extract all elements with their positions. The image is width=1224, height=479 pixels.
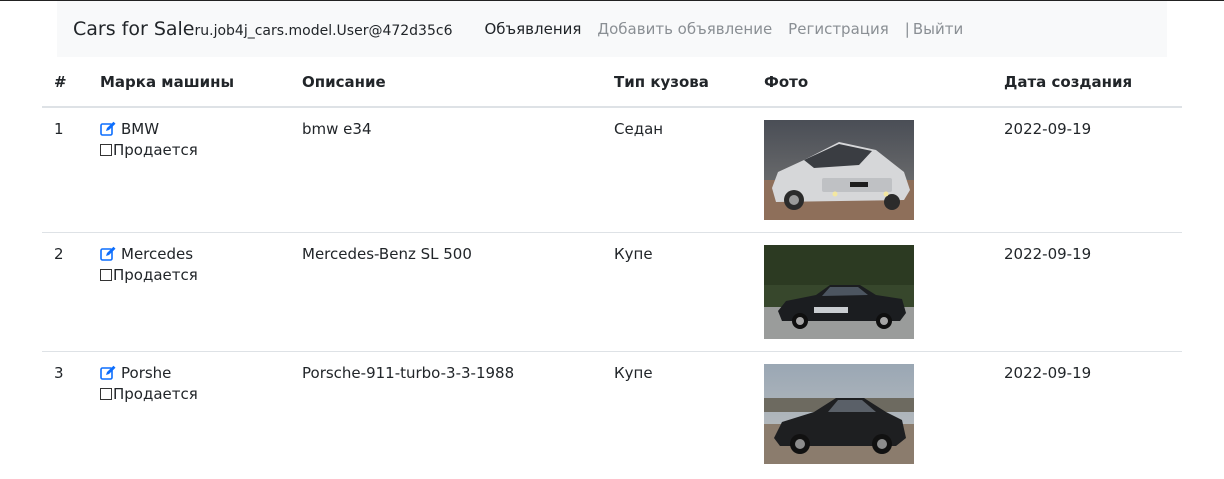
edit-icon[interactable] (100, 121, 116, 137)
header-number: # (42, 58, 88, 108)
photo-cell (752, 232, 992, 352)
cars-table: # Марка машины Описание Тип кузова Фото … (42, 58, 1182, 476)
nav-link-logout[interactable]: Выйти (910, 20, 963, 38)
created-date: 2022-09-19 (992, 232, 1182, 352)
current-user: ru.job4j_cars.model.User@472d35c6 (194, 23, 453, 39)
nav-separator: | Выйти (897, 20, 963, 38)
for-sale-label: Продается (113, 385, 198, 403)
nav-link-add-ad[interactable]: Добавить объявление (589, 20, 780, 38)
car-body-type: Купе (602, 351, 752, 476)
brand-title: Cars for Sale (73, 18, 195, 40)
table-header-row: # Марка машины Описание Тип кузова Фото … (42, 58, 1182, 108)
header-body-type: Тип кузова (602, 58, 752, 108)
header-brand: Марка машины (88, 58, 290, 108)
brand-cell: Porshe Продается (88, 351, 290, 476)
for-sale-toggle: Продается (100, 141, 278, 159)
photo-cell (752, 107, 992, 233)
car-photo (764, 120, 914, 220)
car-description: bmw e34 (302, 120, 372, 138)
row-number: 2 (42, 232, 88, 352)
car-photo (764, 364, 914, 464)
for-sale-checkbox[interactable] (100, 269, 112, 281)
nav-link-register[interactable]: Регистрация (780, 20, 897, 38)
brand-cell: BMW Продается (88, 107, 290, 233)
for-sale-toggle: Продается (100, 266, 278, 284)
header-description: Описание (290, 58, 602, 108)
created-date: 2022-09-19 (1004, 120, 1092, 138)
for-sale-label: Продается (113, 266, 198, 284)
table-row: 1 BMW Продается bmw e34 Седан 2022-09-19 (42, 107, 1182, 233)
car-photo (764, 245, 914, 339)
for-sale-checkbox[interactable] (100, 388, 112, 400)
for-sale-label: Продается (113, 141, 198, 159)
car-brand: Porshe (121, 364, 172, 382)
table-row: 3 Porshe Продается Porsche-911-turbo-3-3… (42, 351, 1182, 476)
nav-links: Объявления Добавить объявление Регистрац… (476, 20, 963, 38)
row-number: 3 (42, 351, 88, 476)
brand-cell: Mercedes Продается (88, 232, 290, 352)
car-description: Mercedes-Benz SL 500 (290, 232, 602, 352)
edit-icon[interactable] (100, 246, 116, 262)
navbar: Cars for Saleru.job4j_cars.model.User@47… (57, 1, 1167, 57)
car-body-type: Седан (614, 120, 664, 138)
navbar-brand[interactable]: Cars for Saleru.job4j_cars.model.User@47… (73, 18, 452, 40)
for-sale-toggle: Продается (100, 385, 278, 403)
car-body-type: Купе (602, 232, 752, 352)
created-date: 2022-09-19 (992, 351, 1182, 476)
photo-cell (752, 351, 992, 476)
nav-link-ads[interactable]: Объявления (476, 20, 589, 38)
edit-icon[interactable] (100, 365, 116, 381)
row-number: 1 (54, 120, 64, 138)
car-description: Porsche-911-turbo-3-3-1988 (290, 351, 602, 476)
for-sale-checkbox[interactable] (100, 144, 112, 156)
header-photo: Фото (752, 58, 992, 108)
car-brand: BMW (121, 120, 160, 138)
header-created-date: Дата создания (992, 58, 1182, 108)
table-row: 2 Mercedes Продается Mercedes-Benz SL 50… (42, 232, 1182, 352)
car-brand: Mercedes (121, 245, 194, 263)
